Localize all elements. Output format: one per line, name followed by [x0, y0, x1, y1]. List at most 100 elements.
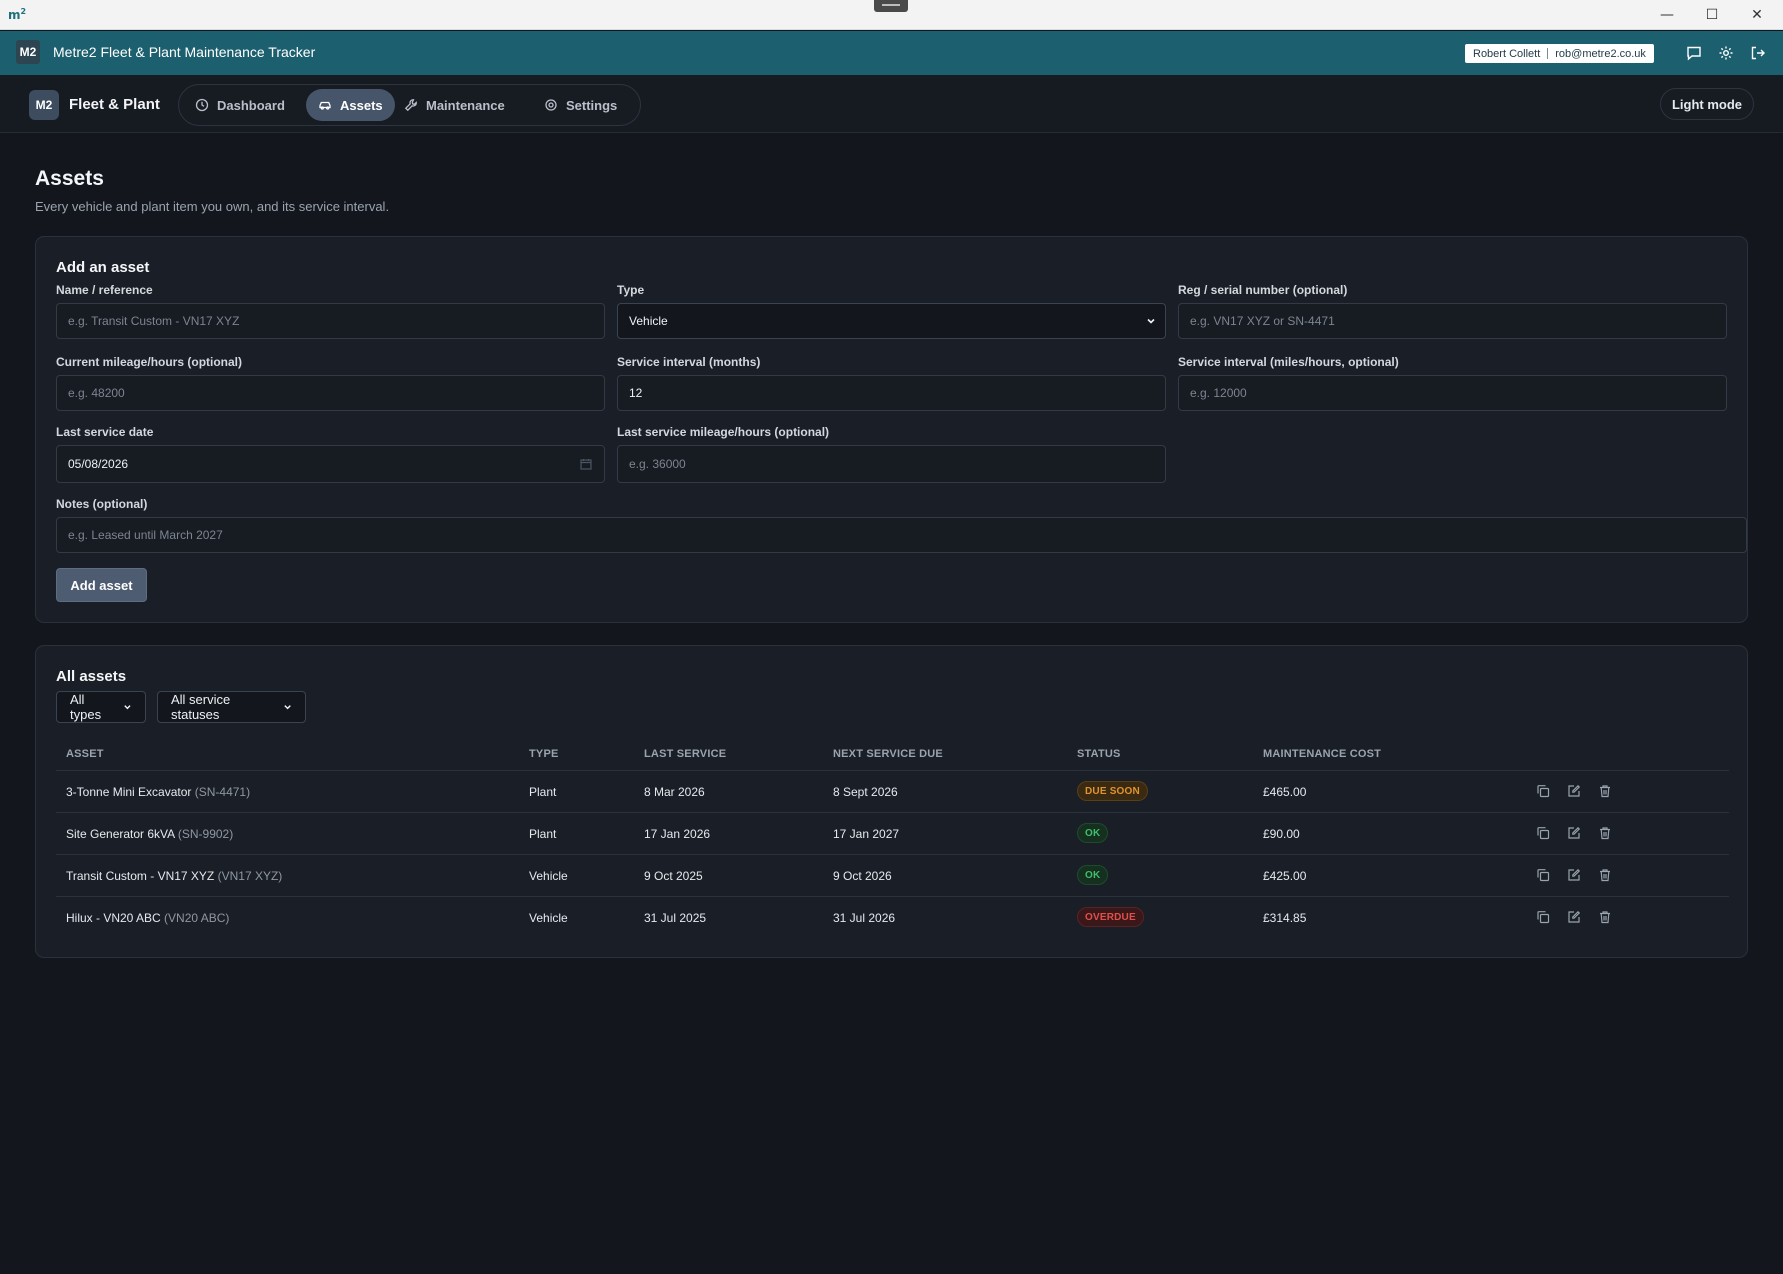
reg-input[interactable]: e.g. VN17 XYZ or SN-4471 — [1178, 303, 1727, 339]
last-date-value: 05/08/2026 — [68, 457, 129, 471]
asset-name: Hilux - VN20 ABC — [66, 911, 161, 925]
row-divider — [56, 812, 1729, 813]
row-divider — [56, 854, 1729, 855]
os-title-bar: m2 — ☐ ✕ — [0, 0, 1783, 30]
mileage-label: Current mileage/hours (optional) — [56, 355, 243, 369]
last-mileage-input[interactable]: e.g. 36000 — [617, 445, 1166, 483]
minimize-button[interactable]: — — [1647, 4, 1687, 26]
tab-assets[interactable]: Assets — [306, 89, 395, 121]
maintenance-cost: £425.00 — [1263, 869, 1307, 883]
all-assets-card: All assets All types All service statuse… — [35, 645, 1748, 958]
column-header-status[interactable]: STATUS — [1077, 748, 1121, 760]
last-service-date: 17 Jan 2026 — [644, 827, 711, 841]
column-header-type[interactable]: TYPE — [529, 748, 559, 760]
asset-name-cell[interactable]: Hilux - VN20 ABC (VN20 ABC) — [66, 911, 229, 925]
delete-icon[interactable] — [1597, 783, 1613, 799]
asset-name-cell[interactable]: Site Generator 6kVA (SN-9902) — [66, 827, 233, 841]
edit-icon[interactable] — [1566, 825, 1582, 841]
asset-serial: (VN20 ABC) — [164, 911, 230, 925]
user-name: Robert Collett — [1473, 47, 1541, 60]
column-header-next-service[interactable]: NEXT SERVICE DUE — [833, 748, 943, 760]
last-date-input[interactable]: 05/08/2026 — [56, 445, 605, 483]
duplicate-icon[interactable] — [1535, 909, 1551, 925]
last-service-date: 31 Jul 2025 — [644, 911, 707, 925]
user-chip-divider — [1547, 48, 1549, 59]
asset-serial: (SN-9902) — [177, 827, 234, 841]
user-chip[interactable]: Robert Collett rob@metre2.co.uk — [1465, 44, 1654, 63]
asset-type: Plant — [529, 785, 557, 799]
all-assets-title: All assets — [56, 668, 127, 685]
column-header-asset[interactable]: ASSET — [66, 748, 104, 760]
type-filter-select[interactable]: All types — [56, 691, 146, 723]
nav-tabs: Dashboard Assets Maintenance Settings — [178, 84, 641, 126]
maximize-button[interactable]: ☐ — [1692, 4, 1732, 26]
status-badge-due-soon: DUE SOON — [1077, 781, 1148, 801]
maintenance-cost: £465.00 — [1263, 785, 1307, 799]
row-divider — [56, 896, 1729, 897]
clock-icon — [195, 98, 209, 112]
asset-type: Vehicle — [529, 911, 568, 925]
next-service-date: 9 Oct 2026 — [833, 869, 892, 883]
status-filter-select[interactable]: All service statuses — [157, 691, 306, 723]
page-title: Assets — [35, 167, 104, 190]
chevron-down-icon — [124, 705, 131, 710]
tab-settings[interactable]: Settings — [532, 89, 629, 121]
notes-input[interactable]: e.g. Leased until March 2027 — [56, 517, 1747, 553]
chevron-down-icon — [1147, 318, 1155, 324]
next-service-date: 31 Jul 2026 — [833, 911, 896, 925]
brand-name: Fleet & Plant — [69, 96, 160, 113]
edit-icon[interactable] — [1566, 909, 1582, 925]
last-service-date: 9 Oct 2025 — [644, 869, 703, 883]
app-title: Metre2 Fleet & Plant Maintenance Tracker — [53, 44, 316, 60]
asset-serial: (VN17 XYZ) — [217, 869, 283, 883]
interval-miles-label: Service interval (miles/hours, optional) — [1178, 355, 1399, 369]
user-email: rob@metre2.co.uk — [1555, 47, 1646, 60]
light-mode-button[interactable]: Light mode — [1660, 88, 1754, 120]
tab-settings-label: Settings — [566, 97, 618, 113]
asset-name-cell[interactable]: Transit Custom - VN17 XYZ (VN17 XYZ) — [66, 869, 282, 883]
delete-icon[interactable] — [1597, 909, 1613, 925]
type-select[interactable]: Vehicle — [617, 303, 1166, 339]
tab-maintenance-label: Maintenance — [426, 97, 505, 113]
column-header-cost[interactable]: MAINTENANCE COST — [1263, 748, 1381, 760]
edit-icon[interactable] — [1566, 783, 1582, 799]
next-service-date: 17 Jan 2027 — [833, 827, 900, 841]
calendar-icon[interactable] — [580, 458, 592, 470]
delete-icon[interactable] — [1597, 867, 1613, 883]
app-logo-icon: m2 — [8, 7, 27, 22]
tab-dashboard-label: Dashboard — [217, 97, 285, 113]
interval-months-input[interactable]: 12 — [617, 375, 1166, 411]
name-label: Name / reference — [56, 283, 153, 297]
interval-miles-input[interactable]: e.g. 12000 — [1178, 375, 1727, 411]
asset-name-cell[interactable]: 3-Tonne Mini Excavator (SN-4471) — [66, 785, 250, 799]
tab-dashboard[interactable]: Dashboard — [183, 89, 297, 121]
asset-serial: (SN-4471) — [194, 785, 251, 799]
duplicate-icon[interactable] — [1535, 825, 1551, 841]
app-header: M2 Metre2 Fleet & Plant Maintenance Trac… — [0, 31, 1783, 75]
asset-name: 3-Tonne Mini Excavator — [66, 785, 192, 799]
delete-icon[interactable] — [1597, 825, 1613, 841]
close-window-button[interactable]: ✕ — [1737, 4, 1777, 26]
gear-icon — [545, 99, 557, 111]
nav-bar: M2 Fleet & Plant Dashboard Assets Mainte… — [0, 75, 1783, 133]
tab-maintenance[interactable]: Maintenance — [392, 89, 517, 121]
add-asset-button[interactable]: Add asset — [56, 568, 147, 602]
last-date-label: Last service date — [56, 425, 154, 439]
status-filter-value: All service statuses — [171, 692, 231, 722]
page-subtitle: Every vehicle and plant item you own, an… — [35, 199, 390, 214]
wrench-icon — [404, 99, 417, 112]
last-service-date: 8 Mar 2026 — [644, 785, 705, 799]
maintenance-cost: £90.00 — [1263, 827, 1300, 841]
logout-icon[interactable] — [1749, 44, 1767, 62]
window-drag-handle[interactable] — [874, 0, 908, 12]
mileage-input[interactable]: e.g. 48200 — [56, 375, 605, 411]
column-header-last-service[interactable]: LAST SERVICE — [644, 748, 726, 760]
app-mark: M2 — [16, 40, 40, 64]
duplicate-icon[interactable] — [1535, 783, 1551, 799]
edit-icon[interactable] — [1566, 867, 1582, 883]
duplicate-icon[interactable] — [1535, 867, 1551, 883]
name-input[interactable]: e.g. Transit Custom - VN17 XYZ — [56, 303, 605, 339]
settings-gear-icon[interactable] — [1717, 44, 1735, 62]
feedback-icon[interactable] — [1685, 44, 1703, 62]
status-badge-ok: OK — [1077, 865, 1109, 885]
